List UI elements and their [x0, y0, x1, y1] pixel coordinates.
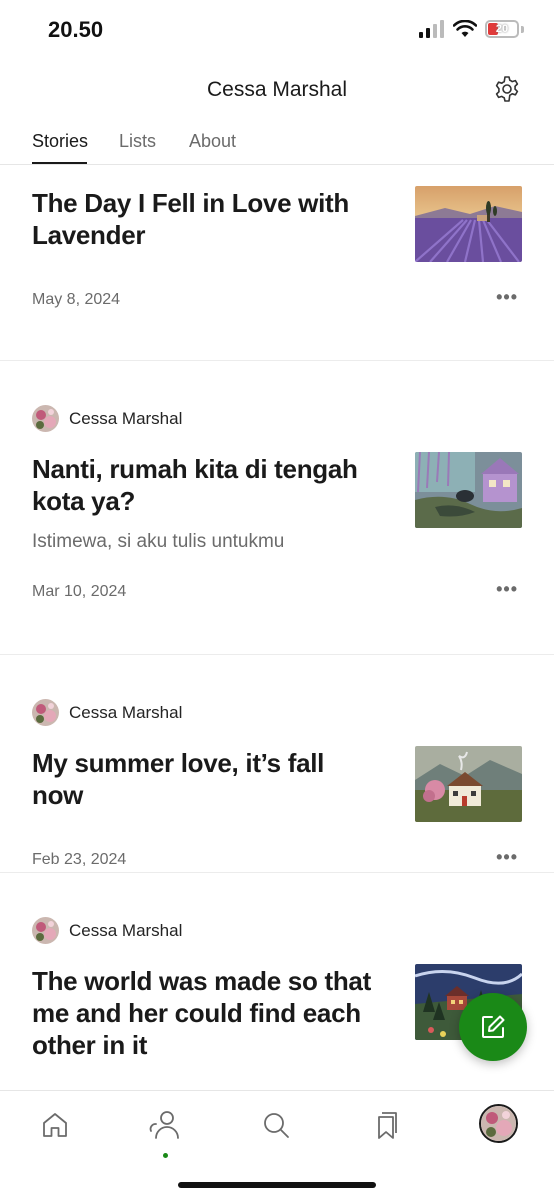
profile-tabs: Stories Lists About: [0, 118, 554, 165]
tab-about[interactable]: About: [189, 131, 236, 152]
story-title[interactable]: The world was made so that me and her co…: [32, 965, 382, 1061]
gear-icon: [495, 76, 519, 102]
bookmarks-icon: [378, 1112, 397, 1139]
author-avatar: [32, 699, 59, 726]
profile-header: Cessa Marshal: [0, 62, 554, 118]
battery-level: 20: [495, 23, 509, 35]
author-name: Cessa Marshal: [69, 408, 183, 428]
profile-title: Cessa Marshal: [206, 78, 348, 101]
cottage-painting-image: [415, 746, 522, 822]
story-thumbnail[interactable]: [415, 746, 522, 822]
write-story-button[interactable]: [459, 993, 527, 1061]
more-options-button[interactable]: •••: [496, 579, 518, 600]
story-thumbnail[interactable]: [415, 186, 522, 262]
more-options-button[interactable]: •••: [496, 847, 518, 868]
story-title[interactable]: My summer love, it’s fall now: [32, 747, 382, 811]
story-title[interactable]: Nanti, rumah kita di tengah kota ya?: [32, 453, 382, 517]
nav-home[interactable]: [37, 1107, 73, 1143]
cellular-signal-icon: [419, 20, 444, 38]
status-time: 20.50: [48, 17, 104, 42]
story-author[interactable]: Cessa Marshal: [32, 917, 182, 944]
author-avatar: [32, 405, 59, 432]
search-icon: [264, 1113, 289, 1138]
lavender-field-image: [415, 186, 522, 262]
nav-profile-avatar[interactable]: [479, 1104, 518, 1143]
story-date: Mar 10, 2024: [32, 583, 127, 600]
author-name: Cessa Marshal: [69, 920, 183, 940]
battery-icon: 20: [485, 20, 519, 38]
story-thumbnail[interactable]: [415, 452, 522, 528]
story-author[interactable]: Cessa Marshal: [32, 405, 182, 432]
status-icons: 20: [419, 20, 524, 38]
settings-button[interactable]: [492, 74, 522, 104]
edit-icon: [482, 1015, 505, 1038]
following-activity-dot: [163, 1153, 168, 1158]
status-bar: 20.50 20: [0, 0, 554, 62]
tab-stories[interactable]: Stories: [32, 131, 88, 152]
wifi-icon: [453, 20, 477, 37]
story-author[interactable]: Cessa Marshal: [32, 699, 182, 726]
story-date: Feb 23, 2024: [32, 851, 127, 868]
home-icon: [43, 1113, 67, 1137]
more-options-button[interactable]: •••: [496, 287, 518, 308]
author-name: Cessa Marshal: [69, 702, 183, 722]
story-title[interactable]: The Day I Fell in Love with Lavender: [32, 187, 382, 251]
active-tab-indicator: [32, 162, 87, 164]
author-avatar: [32, 917, 59, 944]
stories-feed[interactable]: The Day I Fell in Love with Lavender May…: [0, 165, 554, 1090]
story-card[interactable]: Cessa Marshal The world was made so that…: [0, 873, 554, 1090]
painted-house-image: [415, 452, 522, 528]
nav-search[interactable]: [258, 1107, 294, 1143]
story-card[interactable]: Cessa Marshal Nanti, rumah kita di tenga…: [0, 361, 554, 655]
home-indicator[interactable]: [178, 1182, 376, 1188]
story-date: May 8, 2024: [32, 291, 121, 308]
nav-library[interactable]: [368, 1107, 404, 1143]
nav-following[interactable]: [147, 1107, 183, 1143]
story-card[interactable]: The Day I Fell in Love with Lavender May…: [0, 165, 554, 361]
story-card[interactable]: Cessa Marshal My summer love, it’s fall …: [0, 655, 554, 873]
tab-lists[interactable]: Lists: [119, 131, 156, 152]
story-subtitle[interactable]: Istimewa, si aku tulis untukmu: [32, 531, 284, 553]
following-icon: [149, 1111, 179, 1139]
